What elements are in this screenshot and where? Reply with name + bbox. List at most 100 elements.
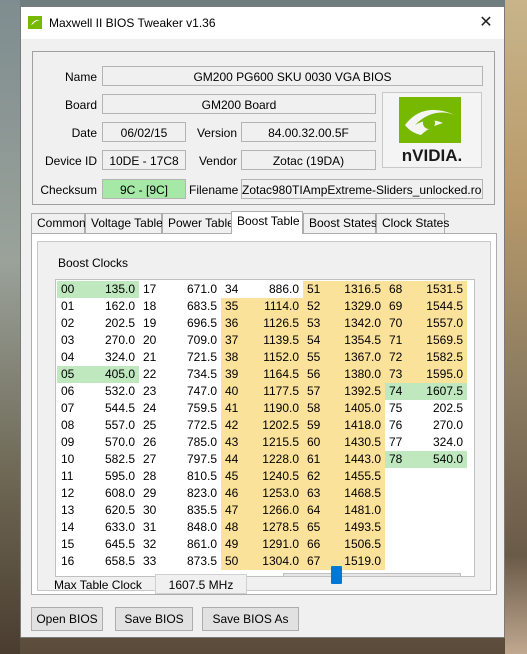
checksum-field[interactable]: 9C - [9C] xyxy=(102,179,186,199)
boost-entry-clock[interactable]: 645.5 xyxy=(85,536,139,553)
boost-entry-clock[interactable]: 734.5 xyxy=(167,366,221,383)
boost-entry-clock[interactable]: 1126.5 xyxy=(249,315,303,332)
boost-entry-clock[interactable]: 1215.5 xyxy=(249,434,303,451)
boost-entry-clock[interactable]: 1114.0 xyxy=(249,298,303,315)
vendor-field[interactable]: Zotac (19DA) xyxy=(241,150,376,170)
tab-voltage-table[interactable]: Voltage Table xyxy=(85,213,163,233)
tab-boost-table[interactable]: Boost Table xyxy=(231,211,303,234)
date-field[interactable]: 06/02/15 xyxy=(102,122,186,142)
boost-entry-clock[interactable]: 1266.0 xyxy=(249,502,303,519)
boost-entry-clock[interactable]: 1367.0 xyxy=(331,349,385,366)
boost-entry-clock[interactable]: 1342.0 xyxy=(331,315,385,332)
boost-entry-clock[interactable]: 721.5 xyxy=(167,349,221,366)
boost-entry-clock[interactable]: 324.0 xyxy=(413,434,467,451)
boost-entry-clock[interactable]: 1164.5 xyxy=(249,366,303,383)
boost-entry-clock[interactable]: 202.5 xyxy=(85,315,139,332)
boost-entry-clock[interactable]: 671.0 xyxy=(167,281,221,298)
boost-entry-clock[interactable]: 1177.5 xyxy=(249,383,303,400)
boost-entry-clock[interactable]: 1582.5 xyxy=(413,349,467,366)
max-clock-slider-track[interactable] xyxy=(283,573,461,577)
boost-entry-clock[interactable]: 532.0 xyxy=(85,383,139,400)
device-id-field[interactable]: 10DE - 17C8 xyxy=(102,150,186,170)
boost-entry-clock[interactable]: 582.5 xyxy=(85,451,139,468)
boost-entry-clock[interactable]: 1455.5 xyxy=(331,468,385,485)
boost-entry-clock[interactable]: 1329.0 xyxy=(331,298,385,315)
tab-power-table[interactable]: Power Table xyxy=(162,213,234,233)
boost-entry-clock[interactable]: 270.0 xyxy=(413,417,467,434)
boost-entry-clock[interactable]: 785.0 xyxy=(167,434,221,451)
boost-entry-clock[interactable]: 162.0 xyxy=(85,298,139,315)
boost-entry-index: 51 xyxy=(303,281,331,298)
tab-common[interactable]: Common xyxy=(31,213,86,233)
boost-entry-clock[interactable]: 1152.0 xyxy=(249,349,303,366)
boost-entry-clock[interactable]: 1531.5 xyxy=(413,281,467,298)
boost-entry-clock[interactable]: 557.0 xyxy=(85,417,139,434)
boost-entry-clock[interactable]: 1493.5 xyxy=(331,519,385,536)
boost-entry-clock[interactable]: 608.0 xyxy=(85,485,139,502)
boost-entry-clock[interactable]: 1202.5 xyxy=(249,417,303,434)
boost-entry-clock[interactable]: 1139.5 xyxy=(249,332,303,349)
boost-entry-clock[interactable]: 1291.0 xyxy=(249,536,303,553)
boost-entry-clock[interactable]: 1544.5 xyxy=(413,298,467,315)
save-bios-button[interactable]: Save BIOS xyxy=(115,607,193,631)
boost-entry-clock[interactable]: 823.0 xyxy=(167,485,221,502)
boost-entry-clock[interactable]: 202.5 xyxy=(413,400,467,417)
board-field[interactable]: GM200 Board xyxy=(102,94,376,114)
boost-entry-clock[interactable]: 1316.5 xyxy=(331,281,385,298)
name-field[interactable]: GM200 PG600 SKU 0030 VGA BIOS xyxy=(102,66,483,86)
boost-entry-clock[interactable]: 848.0 xyxy=(167,519,221,536)
boost-entry-clock[interactable]: 324.0 xyxy=(85,349,139,366)
boost-entry-clock[interactable]: 633.0 xyxy=(85,519,139,536)
boost-entry-clock[interactable]: 620.5 xyxy=(85,502,139,519)
boost-entry-clock[interactable]: 1607.5 xyxy=(413,383,467,400)
boost-entry-clock[interactable]: 747.0 xyxy=(167,383,221,400)
boost-entry-clock[interactable]: 1240.5 xyxy=(249,468,303,485)
boost-entry-clock[interactable]: 1354.5 xyxy=(331,332,385,349)
boost-entry-clock[interactable]: 570.0 xyxy=(85,434,139,451)
boost-entry-clock[interactable]: 1443.0 xyxy=(331,451,385,468)
boost-entry-clock[interactable]: 595.0 xyxy=(85,468,139,485)
boost-entry-clock[interactable]: 696.5 xyxy=(167,315,221,332)
boost-entry-clock[interactable]: 405.0 xyxy=(85,366,139,383)
version-field[interactable]: 84.00.32.00.5F xyxy=(241,122,376,142)
boost-entry-clock[interactable]: 540.0 xyxy=(413,451,467,468)
boost-entry-clock[interactable]: 1380.0 xyxy=(331,366,385,383)
boost-entry-clock[interactable]: 658.5 xyxy=(85,553,139,570)
boost-entry-clock[interactable]: 1468.5 xyxy=(331,485,385,502)
boost-entry-clock[interactable]: 135.0 xyxy=(85,281,139,298)
boost-entry-clock[interactable]: 873.5 xyxy=(167,553,221,570)
tab-boost-states[interactable]: Boost States xyxy=(303,213,377,233)
boost-entry-clock[interactable]: 1418.0 xyxy=(331,417,385,434)
boost-entry-clock[interactable]: 1304.0 xyxy=(249,553,303,570)
boost-entry-clock[interactable]: 797.5 xyxy=(167,451,221,468)
boost-entry-clock[interactable]: 1228.0 xyxy=(249,451,303,468)
boost-entry-index: 53 xyxy=(303,315,331,332)
boost-entry-clock[interactable]: 1392.5 xyxy=(331,383,385,400)
save-bios-as-button[interactable]: Save BIOS As xyxy=(202,607,299,631)
boost-entry-clock[interactable]: 1405.0 xyxy=(331,400,385,417)
boost-entry-clock[interactable]: 1569.5 xyxy=(413,332,467,349)
boost-entry-clock[interactable]: 709.0 xyxy=(167,332,221,349)
boost-entry-clock[interactable]: 759.5 xyxy=(167,400,221,417)
boost-entry-clock[interactable]: 1506.5 xyxy=(331,536,385,553)
boost-entry-clock[interactable]: 835.5 xyxy=(167,502,221,519)
boost-entry-clock[interactable]: 270.0 xyxy=(85,332,139,349)
boost-entry-clock[interactable]: 1253.0 xyxy=(249,485,303,502)
open-bios-button[interactable]: Open BIOS xyxy=(31,607,103,631)
boost-entry-clock[interactable]: 1430.5 xyxy=(331,434,385,451)
boost-entry-clock[interactable]: 1278.5 xyxy=(249,519,303,536)
boost-entry-clock[interactable]: 1557.0 xyxy=(413,315,467,332)
boost-entry-clock[interactable]: 1190.0 xyxy=(249,400,303,417)
close-icon[interactable]: ✕ xyxy=(472,11,500,35)
boost-entry-clock[interactable]: 544.5 xyxy=(85,400,139,417)
tab-clock-states[interactable]: Clock States xyxy=(376,213,449,233)
boost-entry-clock[interactable]: 810.5 xyxy=(167,468,221,485)
boost-entry-clock[interactable]: 772.5 xyxy=(167,417,221,434)
boost-entry-clock[interactable]: 886.0 xyxy=(249,281,303,298)
boost-entry-clock[interactable]: 1595.0 xyxy=(413,366,467,383)
boost-entry-clock[interactable]: 1481.0 xyxy=(331,502,385,519)
max-clock-slider-thumb[interactable] xyxy=(331,566,343,584)
boost-entry-clock[interactable]: 861.0 xyxy=(167,536,221,553)
boost-entry-clock[interactable]: 683.5 xyxy=(167,298,221,315)
filename-field[interactable]: Zotac980TIAmpExtreme-Sliders_unlocked.ro… xyxy=(241,179,483,199)
